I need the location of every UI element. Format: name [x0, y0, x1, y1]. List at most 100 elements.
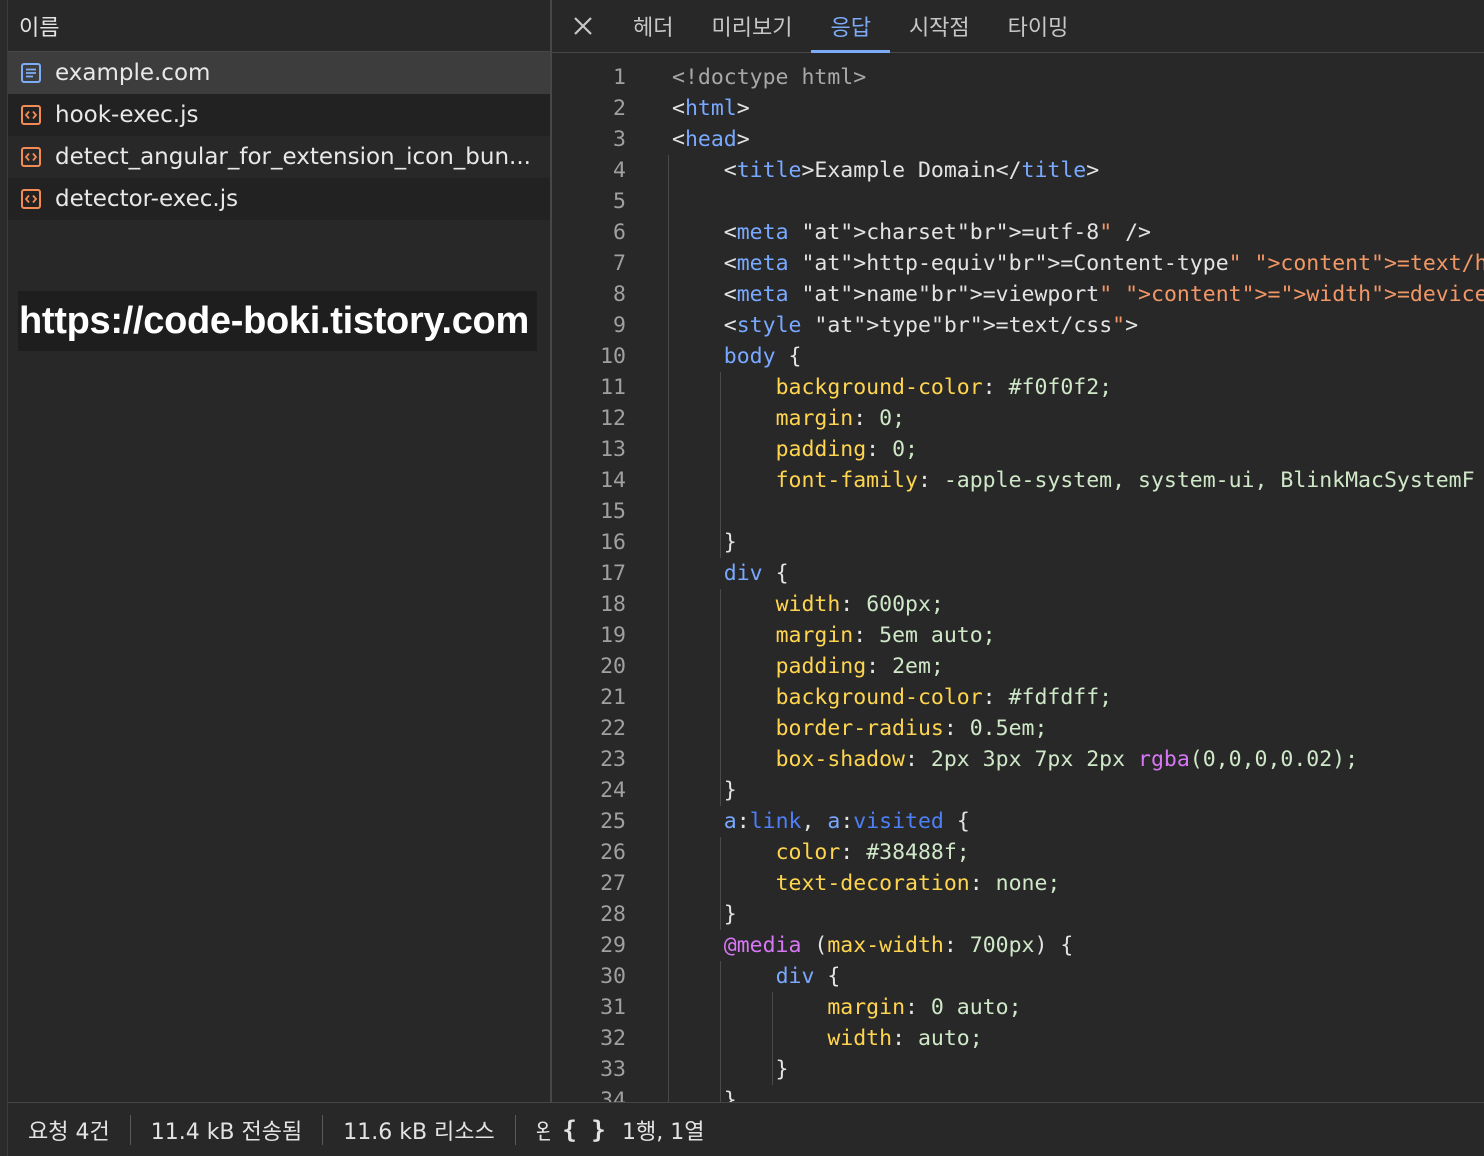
tab-response[interactable]: 응답	[811, 0, 891, 53]
indent-guide	[720, 372, 722, 558]
tab-preview[interactable]: 미리보기	[692, 0, 811, 52]
line-number: 22	[600, 716, 626, 741]
code-line: 34 }	[552, 1085, 1484, 1102]
code-line: 2 <html>	[552, 93, 1484, 124]
code-line: 6 <meta "at">charset"br">=utf-8" />	[552, 217, 1484, 248]
code-line: 33 }	[552, 1054, 1484, 1085]
window-edge	[0, 0, 8, 1156]
code-text: <!doctype html>	[672, 65, 867, 90]
line-number: 31	[600, 995, 626, 1020]
code-line: 21 background-color: #fdfdff;	[552, 682, 1484, 713]
code-text: <meta "at">charset"br">=utf-8" />	[723, 220, 1151, 245]
request-name: detector-exec.js	[55, 186, 239, 212]
code-text: }	[672, 1057, 789, 1082]
response-code-viewer[interactable]: 1 <!doctype html> 2 <html> 3 <head> 4 <title>E…	[552, 60, 1484, 1102]
line-number: 34	[600, 1088, 626, 1102]
blog-watermark: https://code-boki.tistory.com	[18, 291, 537, 351]
tab-initiator[interactable]: 시작점	[890, 0, 989, 52]
code-text: }	[672, 902, 737, 927]
request-list: example.com hook-exec.js detect_angular_…	[8, 52, 551, 220]
tab-timing[interactable]: 타이밍	[989, 0, 1088, 52]
code-text: background-color: #f0f0f2;	[775, 375, 1113, 400]
code-line: 26 color: #38488f;	[552, 837, 1484, 868]
code-text: text-decoration: none;	[775, 871, 1061, 896]
line-number: 3	[613, 127, 626, 152]
code-line: 20 padding: 2em;	[552, 651, 1484, 682]
code-text: padding: 2em;	[775, 654, 944, 679]
response-panel: 헤더 미리보기 응답 시작점 타이밍 1 <!doctype html> 2 <htm…	[552, 0, 1484, 1102]
request-name: hook-exec.js	[55, 102, 199, 128]
code-line: 25 a:link, a:visited {	[552, 806, 1484, 837]
line-number: 8	[613, 282, 626, 307]
detail-tabs: 헤더 미리보기 응답 시작점 타이밍	[552, 0, 1484, 53]
code-line: 17 div {	[552, 558, 1484, 589]
code-line: 5	[552, 186, 1484, 217]
script-icon	[21, 147, 41, 167]
code-text: box-shadow: 2px 3px 7px 2px rgba(0,0,0,0…	[775, 747, 1359, 772]
code-text: <meta "at">http-equiv"br">=Content-type"…	[723, 251, 1484, 276]
tab-headers[interactable]: 헤더	[614, 0, 692, 52]
code-text: background-color: #fdfdff;	[775, 685, 1113, 710]
code-line: 8 <meta "at">name"br">=viewport" ">conte…	[552, 279, 1484, 310]
code-line: 7 <meta "at">http-equiv"br">=Content-typ…	[552, 248, 1484, 279]
code-text: a:link, a:visited {	[723, 809, 970, 834]
request-item-hook-exec[interactable]: hook-exec.js	[8, 94, 551, 136]
code-line: 16 }	[552, 527, 1484, 558]
code-text: margin: 0 auto;	[827, 995, 1022, 1020]
code-line: 14 font-family: -apple-system, system-ui…	[552, 465, 1484, 496]
line-number: 4	[613, 158, 626, 183]
code-line: 13 padding: 0;	[552, 434, 1484, 465]
line-number: 6	[613, 220, 626, 245]
document-icon	[21, 63, 41, 83]
code-line: 18 width: 600px;	[552, 589, 1484, 620]
code-text: body {	[723, 344, 802, 369]
code-line: 3 <head>	[552, 124, 1484, 155]
code-line: 19 margin: 5em auto;	[552, 620, 1484, 651]
code-line: 9 <style "at">type"br">=text/css">	[552, 310, 1484, 341]
request-name: detect_angular_for_extension_icon_bun...	[55, 144, 531, 170]
code-text: margin: 0;	[775, 406, 906, 431]
code-text: width: 600px;	[775, 592, 944, 617]
code-line: 29 @media (max-width: 700px) {	[552, 930, 1484, 961]
line-number: 26	[600, 840, 626, 865]
line-number: 11	[600, 375, 626, 400]
line-number: 10	[600, 344, 626, 369]
line-number: 12	[600, 406, 626, 431]
cursor-position: 1행, 1열	[622, 1120, 705, 1145]
line-number: 17	[600, 561, 626, 586]
code-line: 24 }	[552, 775, 1484, 806]
close-icon	[574, 17, 592, 35]
line-number: 24	[600, 778, 626, 803]
code-text: }	[672, 530, 737, 555]
request-item-detect-angular[interactable]: detect_angular_for_extension_icon_bun...	[8, 136, 551, 178]
request-list-panel: 이름 example.com hook-exec.js detect_angul…	[8, 0, 551, 1102]
line-number: 28	[600, 902, 626, 927]
line-number: 20	[600, 654, 626, 679]
line-number: 13	[600, 437, 626, 462]
code-text: }	[672, 778, 737, 803]
status-bar: 요청 4건 11.4 kB 전송됨 11.6 kB 리소스 완. { } 1행,…	[8, 1102, 1484, 1156]
name-column-header[interactable]: 이름	[8, 0, 551, 52]
line-number: 5	[613, 189, 626, 214]
code-text: color: #38488f;	[775, 840, 970, 865]
code-line: 32 width: auto;	[552, 1023, 1484, 1054]
line-number: 14	[600, 468, 626, 493]
close-button[interactable]	[552, 0, 614, 52]
code-line: 4 <title>Example Domain</title>	[552, 155, 1484, 186]
indent-guide	[668, 155, 669, 1102]
code-text: <html>	[672, 96, 750, 121]
code-text: padding: 0;	[775, 437, 918, 462]
line-number: 19	[600, 623, 626, 648]
code-line: 11 background-color: #f0f0f2;	[552, 372, 1484, 403]
pretty-print-button[interactable]: { }	[552, 1116, 616, 1144]
request-item-example-com[interactable]: example.com	[8, 52, 551, 94]
code-line: 10 body {	[552, 341, 1484, 372]
code-text: div {	[775, 964, 841, 989]
line-number: 33	[600, 1057, 626, 1082]
finish-time: 완.	[535, 1119, 550, 1145]
indent-guide	[720, 961, 722, 1102]
code-line: 12 margin: 0;	[552, 403, 1484, 434]
request-name: example.com	[55, 60, 211, 86]
request-item-detector-exec[interactable]: detector-exec.js	[8, 178, 551, 220]
code-text: <style "at">type"br">=text/css">	[723, 313, 1139, 338]
